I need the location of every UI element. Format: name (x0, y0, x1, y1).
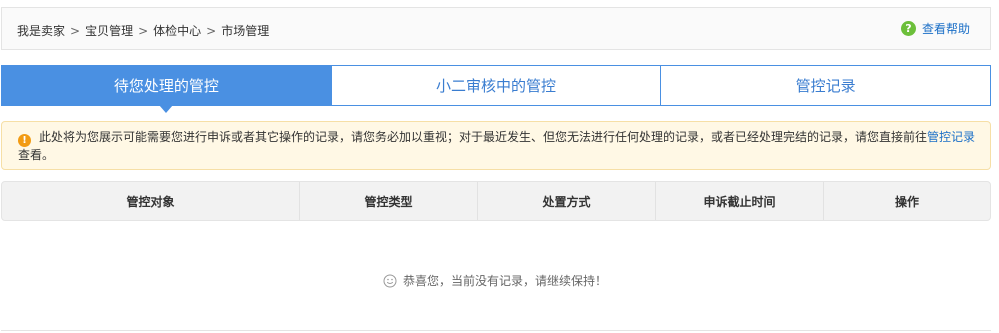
breadcrumb-item-checkup[interactable]: 体检中心 (153, 24, 201, 38)
notice-text: 此处将为您展示可能需要您进行申诉或者其它操作的记录，请您务必加以重视；对于最近发… (39, 130, 928, 144)
breadcrumb-bar: 我是卖家 > 宝贝管理 > 体检中心 > 市场管理 ? 查看帮助 (1, 7, 991, 50)
breadcrumb-separator: > (138, 24, 149, 38)
empty-state-text: 恭喜您，当前没有记录，请继续保持！ (402, 274, 607, 288)
help-link[interactable]: ? 查看帮助 (900, 20, 970, 37)
column-header-target: 管控对象 (126, 194, 175, 209)
question-icon: ? (900, 21, 916, 36)
column-header-operation: 操作 (823, 182, 990, 220)
breadcrumb-item-goods[interactable]: 宝贝管理 (85, 24, 133, 38)
breadcrumb: 我是卖家 > 宝贝管理 > 体检中心 > 市场管理 (17, 22, 269, 39)
column-header-deadline: 申诉截止时间 (655, 182, 823, 220)
smile-icon (383, 274, 397, 287)
column-header-action-method: 处置方式 (477, 182, 655, 220)
tab-under-review[interactable]: 小二审核中的管控 (330, 66, 661, 105)
breadcrumb-separator: > (70, 24, 81, 38)
help-label[interactable]: 查看帮助 (922, 20, 970, 37)
notice-tail: 查看。 (18, 148, 55, 162)
breadcrumb-item-market: 市场管理 (221, 24, 270, 38)
empty-state: 恭喜您，当前没有记录，请继续保持！ (0, 272, 990, 289)
tab-control-records[interactable]: 管控记录 (660, 66, 991, 105)
table-header: 管控对象 管控类型 处置方式 申诉截止时间 操作 (1, 181, 991, 221)
notice-records-link[interactable]: 管控记录 (927, 130, 975, 144)
tab-bar: 待您处理的管控 小二审核中的管控 管控记录 (1, 65, 991, 113)
info-icon: ! (18, 134, 31, 147)
column-header-type: 管控类型 (299, 182, 477, 220)
tab-pending-controls[interactable]: 待您处理的管控 (2, 66, 331, 113)
breadcrumb-item-seller[interactable]: 我是卖家 (17, 24, 65, 38)
breadcrumb-separator: > (206, 24, 217, 38)
notice-banner: ! 此处将为您展示可能需要您进行申诉或者其它操作的记录，请您务必加以重视；对于最近… (1, 121, 991, 170)
divider (1, 330, 991, 331)
